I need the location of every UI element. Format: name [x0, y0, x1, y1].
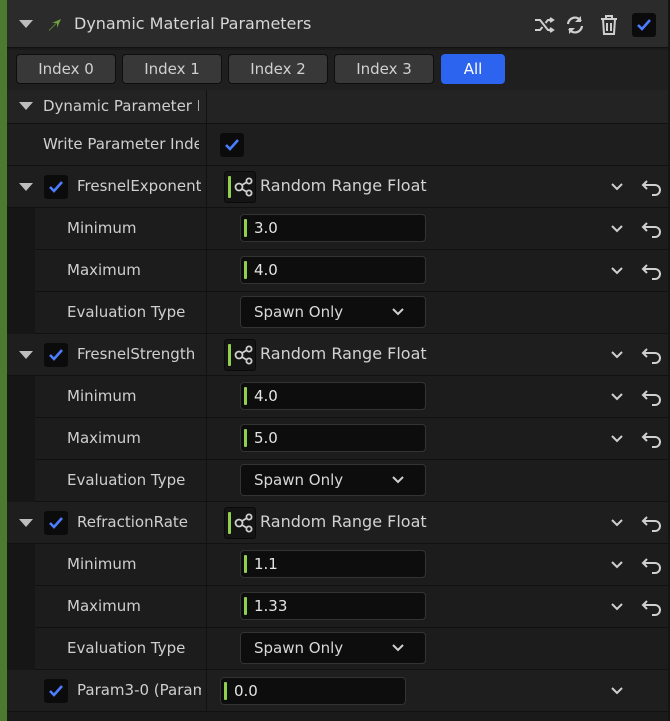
- param-minimum-row: Minimum 3.0: [7, 208, 668, 250]
- node-graph-icon[interactable]: [224, 171, 256, 203]
- checkbox-icon: [49, 349, 63, 361]
- reset-arrow-icon[interactable]: [641, 388, 663, 406]
- reset-arrow-icon[interactable]: [641, 430, 663, 448]
- module-title: Dynamic Material Parameters: [74, 14, 312, 33]
- chevron-down-icon[interactable]: [610, 558, 624, 572]
- maximum-input[interactable]: 1.33: [240, 592, 426, 620]
- collapse-arrow-icon[interactable]: [19, 519, 33, 527]
- section-header[interactable]: Dynamic Parameter In: [7, 90, 668, 124]
- param-evaluation-row: Evaluation Type Spawn Only: [7, 292, 668, 334]
- shuffle-icon[interactable]: [532, 13, 556, 37]
- refresh-icon[interactable]: [563, 13, 587, 37]
- maximum-label: Maximum: [67, 597, 141, 615]
- param-name: RefractionRate: [77, 513, 188, 531]
- chevron-down-icon[interactable]: [610, 390, 624, 404]
- chevron-down-icon: [392, 476, 404, 484]
- reset-arrow-icon[interactable]: [641, 220, 663, 238]
- write-parameter-index-row: Write Parameter Index: [7, 124, 668, 166]
- maximum-label: Maximum: [67, 261, 141, 279]
- reset-arrow-icon[interactable]: [641, 262, 663, 280]
- node-type-label: Random Range Float: [260, 512, 427, 531]
- write-parameter-index-label: Write Parameter Index: [43, 135, 199, 153]
- checkbox-icon: [225, 139, 239, 151]
- param-row-fresnel-exponent: FresnelExponent Random Range Float: [7, 166, 668, 208]
- tab-index-1[interactable]: Index 1: [122, 54, 222, 84]
- evaluation-type-dropdown[interactable]: Spawn Only: [240, 632, 426, 664]
- delete-icon[interactable]: [597, 13, 621, 37]
- collapse-arrow-icon[interactable]: [19, 20, 33, 28]
- param-minimum-row: Minimum 1.1: [7, 544, 668, 586]
- minimum-label: Minimum: [67, 219, 137, 237]
- evaluation-type-dropdown[interactable]: Spawn Only: [240, 464, 426, 496]
- collapse-arrow-icon[interactable]: [19, 102, 33, 110]
- param-value-input[interactable]: 0.0: [220, 677, 406, 705]
- module-enabled-checkbox[interactable]: [632, 13, 656, 37]
- param-maximum-row: Maximum 5.0: [7, 418, 668, 460]
- checkbox-icon: [49, 517, 63, 529]
- tab-index-0[interactable]: Index 0: [16, 54, 116, 84]
- checkbox-icon: [49, 685, 63, 697]
- node-type-label: Random Range Float: [260, 344, 427, 363]
- module-accent-bar: [0, 0, 7, 721]
- write-parameter-index-checkbox[interactable]: [220, 133, 244, 157]
- param-name: Param3-0 (Param: [77, 681, 201, 699]
- tab-all[interactable]: All: [441, 54, 505, 84]
- minimum-input[interactable]: 3.0: [240, 214, 426, 242]
- param-enabled-checkbox[interactable]: [44, 175, 68, 199]
- chevron-down-icon[interactable]: [610, 600, 624, 614]
- param-minimum-row: Minimum 4.0: [7, 376, 668, 418]
- minimum-label: Minimum: [67, 555, 137, 573]
- param-name: FresnelExponent: [77, 177, 201, 195]
- param-enabled-checkbox[interactable]: [44, 343, 68, 367]
- chevron-down-icon: [392, 308, 404, 316]
- module-header[interactable]: Dynamic Material Parameters: [7, 0, 668, 48]
- reset-arrow-icon[interactable]: [641, 598, 663, 616]
- chevron-down-icon[interactable]: [610, 516, 624, 530]
- dynamic-material-panel: Dynamic Material Parameters Index 0 Inde…: [7, 0, 668, 721]
- reset-arrow-icon[interactable]: [641, 514, 663, 532]
- chevron-down-icon[interactable]: [610, 348, 624, 362]
- param-maximum-row: Maximum 4.0: [7, 250, 668, 292]
- evaluation-type-dropdown[interactable]: Spawn Only: [240, 296, 426, 328]
- node-graph-icon[interactable]: [224, 339, 256, 371]
- module-icon: [49, 19, 61, 31]
- node-type-label: Random Range Float: [260, 176, 427, 195]
- param-row-refraction-rate: RefractionRate Random Range Float: [7, 502, 668, 544]
- param-row-fresnel-strength: FresnelStrength Random Range Float: [7, 334, 668, 376]
- reset-arrow-icon[interactable]: [641, 178, 663, 196]
- node-graph-icon[interactable]: [224, 507, 256, 539]
- minimum-label: Minimum: [67, 387, 137, 405]
- checkbox-icon: [637, 19, 651, 31]
- minimum-input[interactable]: 4.0: [240, 382, 426, 410]
- chevron-down-icon[interactable]: [610, 432, 624, 446]
- evaluation-type-label: Evaluation Type: [67, 471, 186, 489]
- param-evaluation-row: Evaluation Type Spawn Only: [7, 628, 668, 670]
- collapse-arrow-icon[interactable]: [19, 351, 33, 359]
- maximum-input[interactable]: 5.0: [240, 424, 426, 452]
- param-row-param3-0: Param3-0 (Param 0.0: [7, 670, 668, 712]
- maximum-label: Maximum: [67, 429, 141, 447]
- param-enabled-checkbox[interactable]: [44, 679, 68, 703]
- chevron-down-icon[interactable]: [610, 684, 624, 698]
- maximum-input[interactable]: 4.0: [240, 256, 426, 284]
- chevron-down-icon: [392, 644, 404, 652]
- tab-index-3[interactable]: Index 3: [334, 54, 434, 84]
- minimum-input[interactable]: 1.1: [240, 550, 426, 578]
- param-evaluation-row: Evaluation Type Spawn Only: [7, 460, 668, 502]
- evaluation-type-label: Evaluation Type: [67, 639, 186, 657]
- collapse-arrow-icon[interactable]: [19, 183, 33, 191]
- param-name: FresnelStrength: [77, 345, 196, 363]
- reset-arrow-icon[interactable]: [641, 556, 663, 574]
- evaluation-type-label: Evaluation Type: [67, 303, 186, 321]
- index-tabs: Index 0 Index 1 Index 2 Index 3 All: [7, 50, 668, 90]
- chevron-down-icon[interactable]: [610, 180, 624, 194]
- param-enabled-checkbox[interactable]: [44, 511, 68, 535]
- chevron-down-icon[interactable]: [610, 264, 624, 278]
- param-maximum-row: Maximum 1.33: [7, 586, 668, 628]
- checkbox-icon: [49, 181, 63, 193]
- tab-index-2[interactable]: Index 2: [228, 54, 328, 84]
- section-title: Dynamic Parameter In: [43, 97, 199, 115]
- chevron-down-icon[interactable]: [610, 222, 624, 236]
- reset-arrow-icon[interactable]: [641, 346, 663, 364]
